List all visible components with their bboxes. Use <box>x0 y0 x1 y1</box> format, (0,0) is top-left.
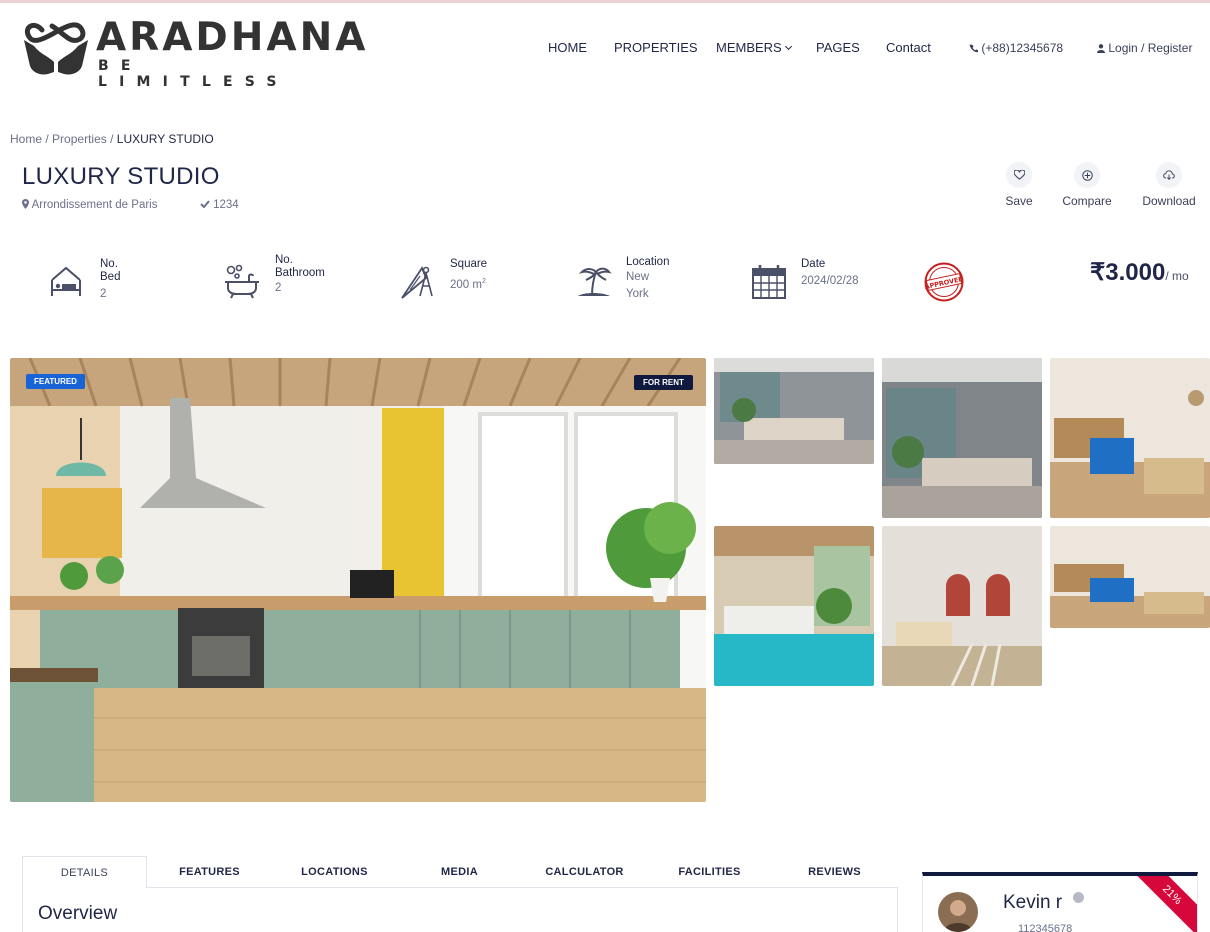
agent-phone: 112345678 <box>1018 923 1073 932</box>
palm-island-icon <box>578 267 612 297</box>
property-id: 1234 <box>213 199 239 211</box>
overview-heading: Overview <box>38 903 118 924</box>
spec-date-label: Date <box>801 258 826 270</box>
gallery-thumb-4[interactable] <box>714 526 874 686</box>
top-accent-line <box>0 0 1210 3</box>
spec-bed-value: 2 <box>100 288 107 300</box>
approved-stamp-icon: APPROVED <box>924 262 964 302</box>
price-period: / mo <box>1165 269 1189 283</box>
drafting-tools-icon <box>401 266 433 299</box>
phone-icon <box>969 44 978 53</box>
spec-location-label: Location <box>626 256 670 268</box>
breadcrumb-current: LUXURY STUDIO <box>116 132 214 146</box>
breadcrumb-properties[interactable]: Properties <box>52 132 107 146</box>
spec-bathroom-label: No. Bathroom <box>275 254 325 279</box>
property-price: ₹3.000/ mo <box>1090 258 1189 287</box>
gallery-thumb-6[interactable] <box>1050 526 1210 628</box>
verified-badge-icon <box>1073 892 1084 903</box>
living-room-photo-3 <box>1050 358 1210 518</box>
kitchen-photo <box>10 358 706 802</box>
agent-name[interactable]: Kevin r <box>1003 892 1062 914</box>
phone-number: (+88)12345678 <box>981 41 1064 55</box>
spec-date-value: 2024/02/28 <box>801 275 859 287</box>
spec-bed-label: No. Bed <box>100 258 121 283</box>
spec-square-label: Square <box>450 258 488 270</box>
bed-icon <box>51 266 81 296</box>
header-phone[interactable]: (+88)12345678 <box>969 41 1063 55</box>
brand-logo[interactable]: ARADHANA BE LIMITLESS <box>20 16 365 90</box>
breadcrumb: Home / Properties / LUXURY STUDIO <box>10 132 214 146</box>
calendar-icon <box>752 265 786 299</box>
featured-badge: FEATURED <box>26 374 85 389</box>
gallery-thumb-5[interactable] <box>882 526 1042 686</box>
arched-windows-room-photo <box>882 526 1042 686</box>
plus-circle-icon <box>1081 169 1093 181</box>
user-icon <box>1097 44 1105 53</box>
check-icon <box>200 200 210 209</box>
gallery-thumb-2[interactable] <box>882 358 1042 518</box>
brand-name: ARADHANA <box>96 15 369 60</box>
tab-facilities[interactable]: FACILITIES <box>647 856 772 888</box>
gallery-thumb-3[interactable] <box>1050 358 1210 518</box>
register-link[interactable]: Register <box>1148 41 1193 55</box>
nav-pages[interactable]: PAGES <box>816 40 860 56</box>
for-rent-badge: FOR RENT <box>634 375 693 390</box>
download-label: Download <box>1142 194 1196 208</box>
gallery-thumb-1[interactable] <box>714 358 874 464</box>
living-room-photo-2 <box>882 358 1042 518</box>
discount-ribbon: 21% <box>1125 876 1197 932</box>
brand-tagline: BE LIMITLESS <box>98 58 289 90</box>
agent-photo <box>938 892 978 932</box>
tab-media[interactable]: MEDIA <box>397 856 522 888</box>
property-title: LUXURY STUDIO <box>22 163 220 190</box>
compare-button[interactable]: Compare <box>1042 162 1132 208</box>
chevron-down-icon <box>784 42 792 51</box>
property-meta: Arrondissement de Paris 1234 <box>22 199 239 211</box>
bathtub-icon <box>225 264 259 299</box>
breadcrumb-home[interactable]: Home <box>10 132 42 146</box>
tab-reviews[interactable]: REVIEWS <box>772 856 897 888</box>
compare-label: Compare <box>1062 194 1112 208</box>
tab-details[interactable]: DETAILS <box>22 856 147 889</box>
main-property-photo[interactable] <box>10 358 706 802</box>
agent-avatar[interactable] <box>938 892 978 932</box>
spec-location-value: New York <box>626 271 650 300</box>
download-button[interactable]: Download <box>1124 162 1210 208</box>
nav-members[interactable]: MEMBERS <box>716 40 792 56</box>
tab-content-panel <box>22 888 898 932</box>
property-tabs: DETAILS FEATURES LOCATIONS MEDIA CALCULA… <box>22 856 898 889</box>
living-room-photo-1 <box>714 358 874 464</box>
tab-features[interactable]: FEATURES <box>147 856 272 888</box>
tab-locations[interactable]: LOCATIONS <box>272 856 397 888</box>
property-address: Arrondissement de Paris <box>31 199 158 211</box>
living-room-photo-4 <box>1050 526 1210 628</box>
price-amount: ₹3.000 <box>1090 259 1166 286</box>
nav-properties[interactable]: PROPERTIES <box>614 40 698 56</box>
login-link[interactable]: Login <box>1108 41 1137 55</box>
nav-home[interactable]: HOME <box>548 40 587 56</box>
spec-bathroom-value: 2 <box>275 282 282 294</box>
hands-infinity-logo-icon <box>24 22 88 75</box>
pool-lounge-photo <box>714 526 874 686</box>
login-register[interactable]: Login / Register <box>1097 41 1192 55</box>
cloud-download-icon <box>1163 170 1175 180</box>
tab-calculator[interactable]: CALCULATOR <box>522 856 647 888</box>
nav-contact[interactable]: Contact <box>886 40 931 56</box>
map-marker-icon <box>22 199 29 209</box>
spec-square-value: 200 m2 <box>450 278 486 291</box>
heart-icon <box>1013 170 1025 180</box>
